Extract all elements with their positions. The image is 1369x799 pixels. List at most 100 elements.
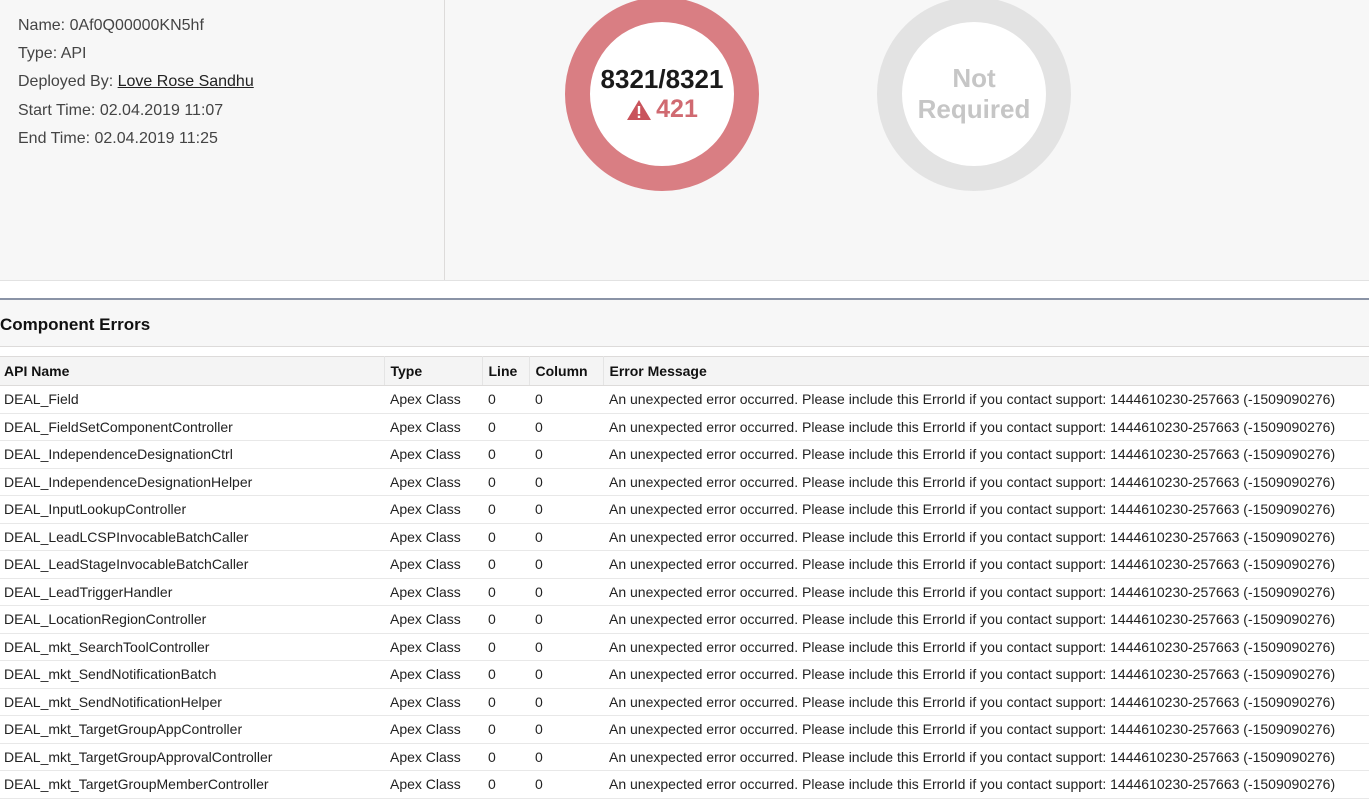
warning-icon: [626, 98, 652, 120]
table-row: DEAL_mkt_TargetGroupApprovalController Ap…: [0, 743, 1369, 771]
table-row: DEAL_mkt_SendNotificationBatch Apex Class…: [0, 660, 1369, 689]
cell-line: 0: [482, 550, 529, 579]
cell-error-message: An unexpected error occurred. Please inc…: [603, 578, 1369, 606]
component-errors-header: Component Errors: [0, 300, 1369, 347]
cell-type: Apex Class: [384, 660, 482, 689]
cell-line: 0: [482, 715, 529, 744]
cell-type: Apex Class: [384, 578, 482, 606]
components-progress-ring: 8321/8321 421: [565, 0, 759, 191]
cell-error-message: An unexpected error occurred. Please inc…: [603, 605, 1369, 634]
components-error-count: 421: [626, 94, 698, 124]
name-label: Name:: [18, 17, 66, 34]
cell-column: 0: [529, 578, 603, 606]
cell-api-name: DEAL_LeadStageInvocableBatchCaller: [0, 550, 384, 579]
cell-column: 0: [529, 495, 603, 524]
cell-api-name: DEAL_mkt_SendNotificationBatch: [0, 660, 384, 689]
cell-api-name: DEAL_mkt_SearchToolController: [0, 633, 384, 661]
component-errors-table: API Name Type Line Column Error Message …: [0, 356, 1369, 799]
deployed-by-row: Deployed By: Love Rose Sandhu: [18, 72, 254, 92]
type-label: Type:: [18, 45, 58, 62]
end-time-value: 02.04.2019 11:25: [94, 130, 218, 147]
components-count: 8321/8321: [600, 64, 724, 94]
cell-api-name: DEAL_IndependenceDesignationHelper: [0, 468, 384, 496]
table-row: DEAL_mkt_TargetGroupMemberController Apex…: [0, 770, 1369, 799]
tests-status: Not Required: [918, 63, 1031, 125]
cell-error-message: An unexpected error occurred. Please inc…: [603, 715, 1369, 744]
cell-column: 0: [529, 605, 603, 634]
cell-column: 0: [529, 523, 603, 551]
name-value: 0Af0Q00000KN5hf: [69, 17, 204, 34]
start-time-row: Start Time: 02.04.2019 11:07: [18, 101, 223, 121]
cell-type: Apex Class: [384, 633, 482, 661]
cell-error-message: An unexpected error occurred. Please inc…: [603, 523, 1369, 551]
deployment-summary: Name: 0Af0Q00000KN5hf Type: API Deployed…: [0, 0, 1369, 281]
cell-line: 0: [482, 578, 529, 606]
cell-error-message: An unexpected error occurred. Please inc…: [603, 688, 1369, 716]
cell-api-name: DEAL_LocationRegionController: [0, 605, 384, 634]
cell-api-name: DEAL_LeadTriggerHandler: [0, 578, 384, 606]
cell-column: 0: [529, 715, 603, 744]
cell-type: Apex Class: [384, 385, 482, 414]
name-row: Name: 0Af0Q00000KN5hf: [18, 16, 204, 36]
cell-error-message: An unexpected error occurred. Please inc…: [603, 660, 1369, 689]
table-row: DEAL_mkt_SearchToolController Apex Class 0…: [0, 633, 1369, 661]
cell-type: Apex Class: [384, 605, 482, 634]
cell-column: 0: [529, 770, 603, 799]
error-count-value: 421: [656, 95, 698, 123]
cell-type: Apex Class: [384, 715, 482, 744]
cell-type: Apex Class: [384, 743, 482, 771]
table-row: DEAL_FieldSetComponentController Apex Cla…: [0, 413, 1369, 441]
deployed-by-user-link[interactable]: Love Rose Sandhu: [118, 73, 254, 90]
cell-error-message: An unexpected error occurred. Please inc…: [603, 495, 1369, 524]
end-time-label: End Time:: [18, 130, 91, 147]
cell-api-name: DEAL_LeadLCSPInvocableBatchCaller: [0, 523, 384, 551]
end-time-row: End Time: 02.04.2019 11:25: [18, 129, 218, 149]
cell-line: 0: [482, 523, 529, 551]
table-row: DEAL_LocationRegionController Apex Class 0…: [0, 605, 1369, 634]
cell-api-name: DEAL_mkt_TargetGroupApprovalController: [0, 743, 384, 771]
cell-type: Apex Class: [384, 523, 482, 551]
cell-error-message: An unexpected error occurred. Please inc…: [603, 413, 1369, 441]
cell-api-name: DEAL_mkt_TargetGroupMemberController: [0, 770, 384, 799]
cell-api-name: DEAL_mkt_SendNotificationHelper: [0, 688, 384, 716]
cell-api-name: DEAL_mkt_TargetGroupAppController: [0, 715, 384, 744]
column-header-error-message[interactable]: Error Message: [603, 356, 1369, 386]
table-body: DEAL_Field Apex Class 0 0 An unexpected erro…: [0, 385, 1369, 799]
table-row: DEAL_IndependenceDesignationHelper Apex C…: [0, 468, 1369, 496]
cell-line: 0: [482, 495, 529, 524]
start-time-value: 02.04.2019 11:07: [99, 102, 224, 119]
column-header-column[interactable]: Column: [529, 356, 604, 386]
column-header-api-name[interactable]: API Name: [0, 356, 385, 386]
cell-api-name: DEAL_FieldSetComponentController: [0, 413, 384, 441]
column-header-line[interactable]: Line: [482, 356, 530, 386]
cell-column: 0: [529, 468, 603, 496]
table-row: DEAL_mkt_TargetGroupAppController Apex Cl…: [0, 715, 1369, 744]
cell-column: 0: [529, 688, 603, 716]
cell-type: Apex Class: [384, 550, 482, 579]
cell-error-message: An unexpected error occurred. Please inc…: [603, 633, 1369, 661]
type-row: Type: API: [18, 44, 87, 64]
table-header-row: API Name Type Line Column Error Message: [0, 356, 1369, 386]
cell-error-message: An unexpected error occurred. Please inc…: [603, 770, 1369, 799]
cell-line: 0: [482, 660, 529, 689]
cell-error-message: An unexpected error occurred. Please inc…: [603, 385, 1369, 414]
cell-column: 0: [529, 385, 603, 414]
tests-progress-ring: Not Required: [877, 0, 1071, 191]
column-header-type[interactable]: Type: [384, 356, 483, 386]
cell-error-message: An unexpected error occurred. Please inc…: [603, 743, 1369, 771]
cell-line: 0: [482, 413, 529, 441]
table-row: DEAL_LeadLCSPInvocableBatchCaller Apex Cl…: [0, 523, 1369, 551]
cell-type: Apex Class: [384, 770, 482, 799]
cell-line: 0: [482, 468, 529, 496]
cell-column: 0: [529, 440, 603, 469]
type-value: API: [60, 45, 87, 62]
table-row: DEAL_mkt_SendNotificationHelper Apex Clas…: [0, 688, 1369, 716]
cell-api-name: DEAL_InputLookupController: [0, 495, 384, 524]
cell-line: 0: [482, 605, 529, 634]
table-row: DEAL_LeadStageInvocableBatchCaller Apex C…: [0, 550, 1369, 579]
cell-line: 0: [482, 440, 529, 469]
cell-type: Apex Class: [384, 468, 482, 496]
deployment-info-panel: Name: 0Af0Q00000KN5hf Type: API Deployed…: [0, 0, 445, 280]
cell-line: 0: [482, 688, 529, 716]
cell-api-name: DEAL_IndependenceDesignationCtrl: [0, 440, 384, 469]
